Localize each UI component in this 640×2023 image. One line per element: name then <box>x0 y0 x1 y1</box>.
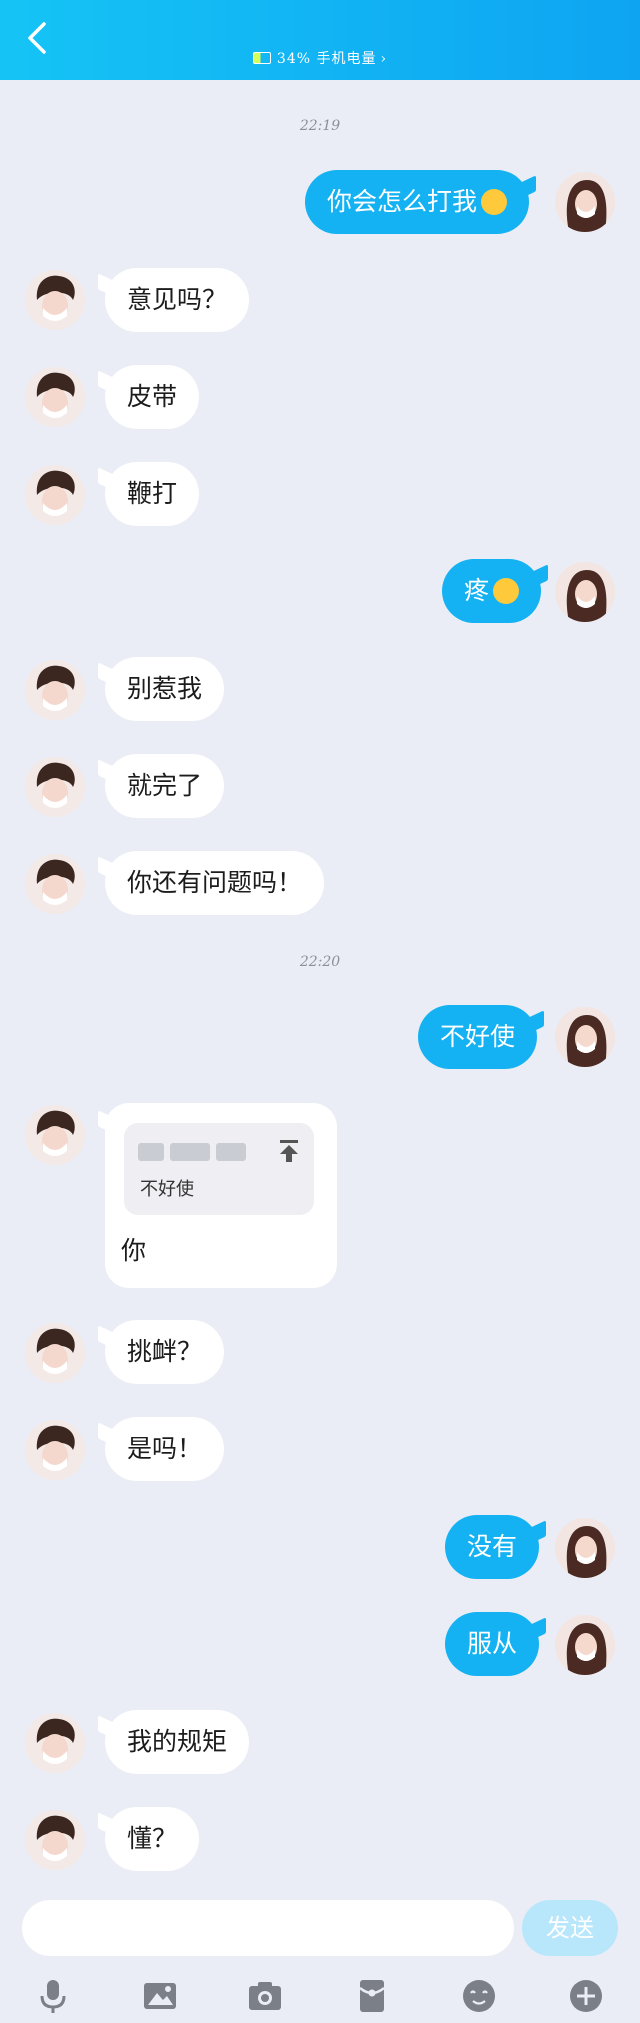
message-bubble-in[interactable]: 意见吗？ <box>105 268 250 332</box>
message-input[interactable] <box>22 1900 514 1956</box>
message-bubble-in[interactable]: 皮带 <box>105 365 200 429</box>
avatar[interactable] <box>25 1810 85 1870</box>
avatar[interactable] <box>25 367 85 427</box>
blurred-sender-name <box>216 1143 246 1161</box>
battery-icon <box>252 52 271 64</box>
avatar[interactable] <box>555 1007 615 1067</box>
avatar[interactable] <box>25 1420 85 1480</box>
avatar[interactable] <box>25 1713 85 1773</box>
reply-message-card[interactable]: 不好使 你 <box>105 1103 337 1288</box>
avatar[interactable] <box>25 757 85 817</box>
battery-status[interactable]: 34% 手机电量 › <box>0 48 640 68</box>
message-bubble-out[interactable]: 疼 <box>442 559 542 623</box>
emoji-icon-sad <box>481 188 508 215</box>
message-bubble-out[interactable]: 你会怎么打我 <box>305 170 530 234</box>
red-packet-icon[interactable] <box>352 1976 392 2016</box>
avatar[interactable] <box>25 465 85 525</box>
avatar[interactable] <box>25 1323 85 1383</box>
message-bubble-in[interactable]: 挑衅？ <box>105 1320 225 1384</box>
image-icon[interactable] <box>140 1976 180 2016</box>
quoted-message[interactable]: 不好使 <box>124 1123 314 1215</box>
message-bubble-in[interactable]: 你还有问题吗！ <box>105 851 325 915</box>
avatar[interactable] <box>25 854 85 914</box>
timestamp: 22:19 <box>299 118 341 134</box>
avatar[interactable] <box>555 1518 615 1578</box>
quoted-text: 不好使 <box>140 1179 194 1200</box>
message-bubble-in[interactable]: 是吗！ <box>105 1417 225 1481</box>
message-bubble-in[interactable]: 就完了 <box>105 754 225 818</box>
message-bubble-in[interactable]: 我的规矩 <box>105 1710 250 1774</box>
message-bubble-in[interactable]: 鞭打 <box>105 462 200 526</box>
input-bar: 发送 <box>0 1892 640 2023</box>
microphone-icon[interactable] <box>33 1976 73 2016</box>
emoji-icon-sad <box>493 577 520 604</box>
reply-text: 你 <box>121 1236 147 1265</box>
message-bubble-in[interactable]: 懂？ <box>105 1807 200 1871</box>
emoji-icon[interactable] <box>459 1976 499 2016</box>
avatar[interactable] <box>25 660 85 720</box>
message-bubble-out[interactable]: 不好使 <box>418 1005 538 1069</box>
jump-to-top-icon[interactable] <box>278 1139 300 1163</box>
avatar[interactable] <box>555 1615 615 1675</box>
timestamp: 22:20 <box>299 954 341 970</box>
blurred-sender-name <box>138 1143 164 1161</box>
camera-icon[interactable] <box>245 1976 285 2016</box>
avatar[interactable] <box>25 1105 85 1165</box>
header-bar: 34% 手机电量 › <box>0 0 640 80</box>
blurred-sender-name <box>170 1143 210 1161</box>
message-bubble-out[interactable]: 服从 <box>445 1612 540 1676</box>
avatar[interactable] <box>555 172 615 232</box>
avatar[interactable] <box>25 270 85 330</box>
message-bubble-out[interactable]: 没有 <box>445 1515 540 1579</box>
chevron-right-icon: › <box>380 51 388 67</box>
message-bubble-in[interactable]: 别惹我 <box>105 657 225 721</box>
plus-icon[interactable] <box>566 1976 606 2016</box>
send-button[interactable]: 发送 <box>522 1900 618 1956</box>
battery-text: 34% 手机电量 <box>276 51 377 67</box>
avatar[interactable] <box>555 562 615 622</box>
